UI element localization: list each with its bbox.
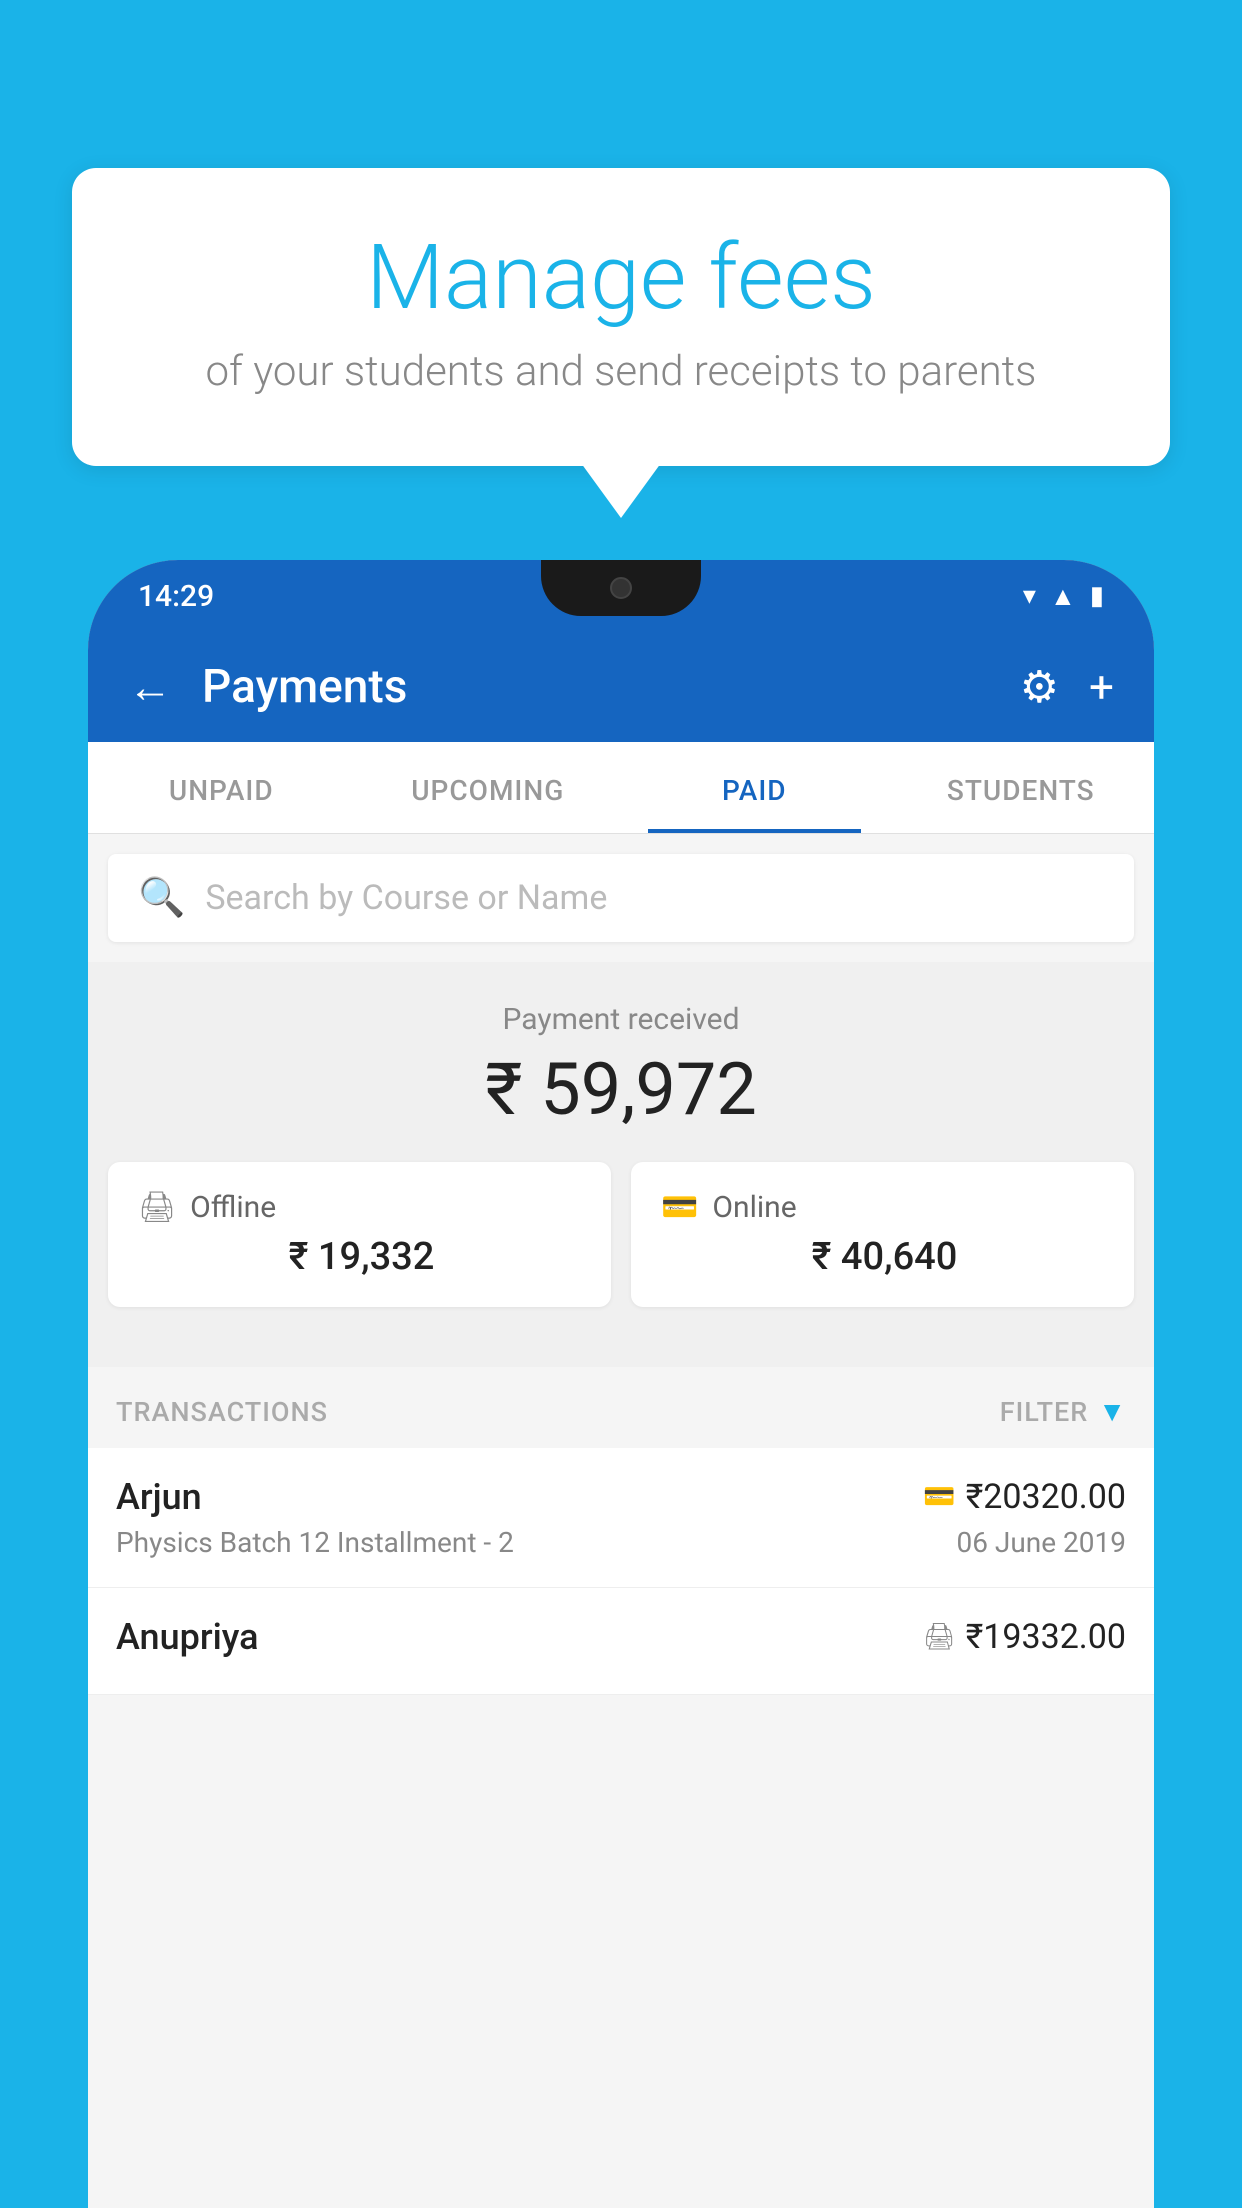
status-time: 14:29 bbox=[138, 579, 214, 614]
payment-received-label: Payment received bbox=[88, 1002, 1154, 1037]
offline-card-header: 🖨 Offline bbox=[138, 1190, 581, 1225]
offline-label: Offline bbox=[190, 1190, 276, 1225]
offline-payment-card: 🖨 Offline ₹ 19,332 bbox=[108, 1162, 611, 1307]
transaction-date-1: 06 June 2019 bbox=[956, 1526, 1126, 1559]
transaction-top-2: Anupriya 🖨 ₹19332.00 bbox=[116, 1616, 1126, 1658]
tab-upcoming[interactable]: UPCOMING bbox=[355, 742, 622, 833]
camera bbox=[610, 577, 632, 599]
app-bar-title: Payments bbox=[202, 660, 990, 714]
tab-unpaid[interactable]: UNPAID bbox=[88, 742, 355, 833]
transaction-amount-1: ₹20320.00 bbox=[966, 1477, 1126, 1517]
screen-content: UNPAID UPCOMING PAID STUDENTS 🔍 Search b… bbox=[88, 742, 1154, 2208]
transaction-type-icon-1: 💳 bbox=[923, 1482, 955, 1512]
online-card-header: 💳 Online bbox=[661, 1190, 1104, 1225]
battery-icon: ▮ bbox=[1090, 581, 1104, 611]
tab-paid[interactable]: PAID bbox=[621, 742, 888, 833]
bubble-subtitle: of your students and send receipts to pa… bbox=[152, 347, 1090, 396]
add-button[interactable]: + bbox=[1089, 661, 1114, 713]
transaction-top-1: Arjun 💳 ₹20320.00 bbox=[116, 1476, 1126, 1518]
filter-label: FILTER bbox=[1000, 1396, 1089, 1428]
online-icon: 💳 bbox=[661, 1190, 698, 1225]
transaction-course-1: Physics Batch 12 Installment - 2 bbox=[116, 1526, 514, 1559]
payment-received-section: Payment received ₹ 59,972 🖨 Offline ₹ 19… bbox=[88, 962, 1154, 1367]
offline-icon: 🖨 bbox=[138, 1190, 176, 1225]
back-button[interactable]: ← bbox=[128, 661, 172, 713]
online-amount: ₹ 40,640 bbox=[661, 1235, 1104, 1279]
search-icon: 🔍 bbox=[138, 876, 185, 920]
phone-screen: 14:29 ▾ ▲ ▮ ← Payments ⚙ + UNPAID UPCOMI… bbox=[88, 560, 1154, 2208]
transaction-type-icon-2: 🖨 bbox=[923, 1622, 956, 1652]
online-payment-card: 💳 Online ₹ 40,640 bbox=[631, 1162, 1134, 1307]
transaction-amount-area-1: 💳 ₹20320.00 bbox=[923, 1477, 1126, 1517]
transactions-label: TRANSACTIONS bbox=[116, 1396, 328, 1428]
offline-amount: ₹ 19,332 bbox=[138, 1235, 581, 1279]
transaction-amount-area-2: 🖨 ₹19332.00 bbox=[923, 1617, 1126, 1657]
transaction-bottom-1: Physics Batch 12 Installment - 2 06 June… bbox=[116, 1526, 1126, 1559]
status-icons: ▾ ▲ ▮ bbox=[1023, 581, 1104, 612]
app-bar: ← Payments ⚙ + bbox=[88, 632, 1154, 742]
status-bar: 14:29 ▾ ▲ ▮ bbox=[88, 560, 1154, 632]
transaction-amount-2: ₹19332.00 bbox=[966, 1617, 1126, 1657]
search-bar[interactable]: 🔍 Search by Course or Name bbox=[108, 854, 1134, 942]
payment-cards: 🖨 Offline ₹ 19,332 💳 Online ₹ 40,640 bbox=[88, 1162, 1154, 1337]
signal-icon: ▲ bbox=[1050, 581, 1076, 612]
tab-students[interactable]: STUDENTS bbox=[888, 742, 1155, 833]
speech-bubble: Manage fees of your students and send re… bbox=[72, 168, 1170, 466]
transaction-row[interactable]: Anupriya 🖨 ₹19332.00 bbox=[88, 1588, 1154, 1695]
filter-area[interactable]: FILTER ▼ bbox=[1000, 1395, 1126, 1428]
bubble-title: Manage fees bbox=[152, 228, 1090, 327]
tabs: UNPAID UPCOMING PAID STUDENTS bbox=[88, 742, 1154, 834]
payment-received-amount: ₹ 59,972 bbox=[88, 1047, 1154, 1132]
transactions-header: TRANSACTIONS FILTER ▼ bbox=[88, 1367, 1154, 1448]
notch bbox=[541, 560, 701, 616]
transaction-name-2: Anupriya bbox=[116, 1616, 259, 1658]
phone-frame: 14:29 ▾ ▲ ▮ ← Payments ⚙ + UNPAID UPCOMI… bbox=[88, 560, 1154, 2208]
wifi-icon: ▾ bbox=[1023, 581, 1036, 611]
online-label: Online bbox=[712, 1190, 796, 1225]
filter-icon: ▼ bbox=[1098, 1395, 1126, 1428]
settings-button[interactable]: ⚙ bbox=[1020, 661, 1059, 713]
transaction-row[interactable]: Arjun 💳 ₹20320.00 Physics Batch 12 Insta… bbox=[88, 1448, 1154, 1588]
search-input[interactable]: Search by Course or Name bbox=[205, 878, 607, 918]
transaction-name-1: Arjun bbox=[116, 1476, 202, 1518]
